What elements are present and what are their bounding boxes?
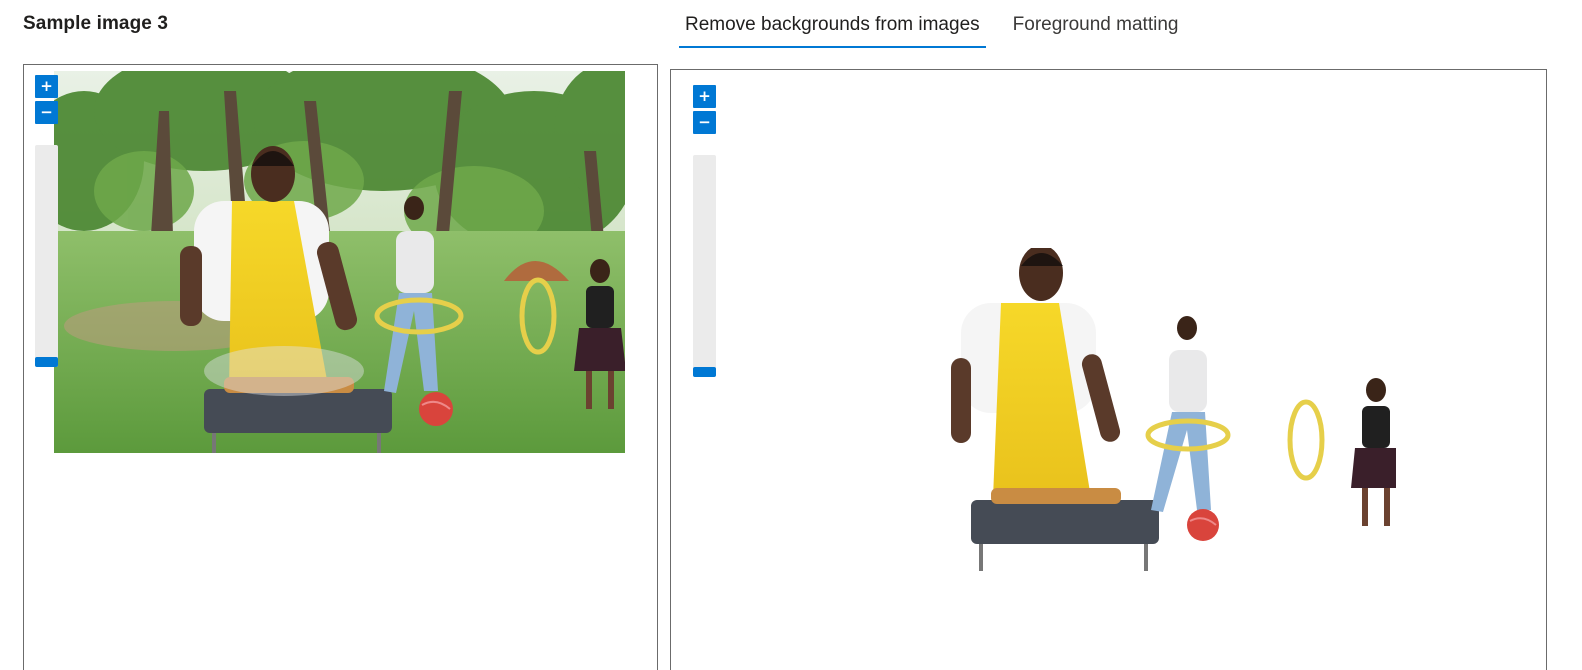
zoom-slider-track[interactable] bbox=[693, 155, 716, 377]
zoom-in-button[interactable]: + bbox=[693, 85, 716, 108]
zoom-slider-thumb[interactable] bbox=[35, 357, 58, 367]
zoom-out-button[interactable]: − bbox=[35, 101, 58, 124]
sample-title: Sample image 3 bbox=[23, 13, 169, 34]
original-photo bbox=[54, 71, 625, 453]
tab-bar: Remove backgrounds from images Foregroun… bbox=[679, 0, 1205, 48]
tab-foreground-matting[interactable]: Foreground matting bbox=[1007, 0, 1185, 46]
tab-remove-backgrounds[interactable]: Remove backgrounds from images bbox=[679, 0, 986, 48]
minus-icon: − bbox=[698, 113, 711, 131]
plus-icon: + bbox=[40, 77, 53, 95]
result-image-viewer[interactable]: + − bbox=[670, 69, 1547, 670]
zoom-slider-thumb[interactable] bbox=[693, 367, 716, 377]
zoom-slider-track[interactable] bbox=[35, 145, 58, 367]
original-image-viewer[interactable]: + − bbox=[23, 64, 658, 670]
zoom-in-button[interactable]: + bbox=[35, 75, 58, 98]
minus-icon: − bbox=[40, 103, 53, 121]
plus-icon: + bbox=[698, 87, 711, 105]
result-photo bbox=[951, 248, 1396, 571]
zoom-out-button[interactable]: − bbox=[693, 111, 716, 134]
